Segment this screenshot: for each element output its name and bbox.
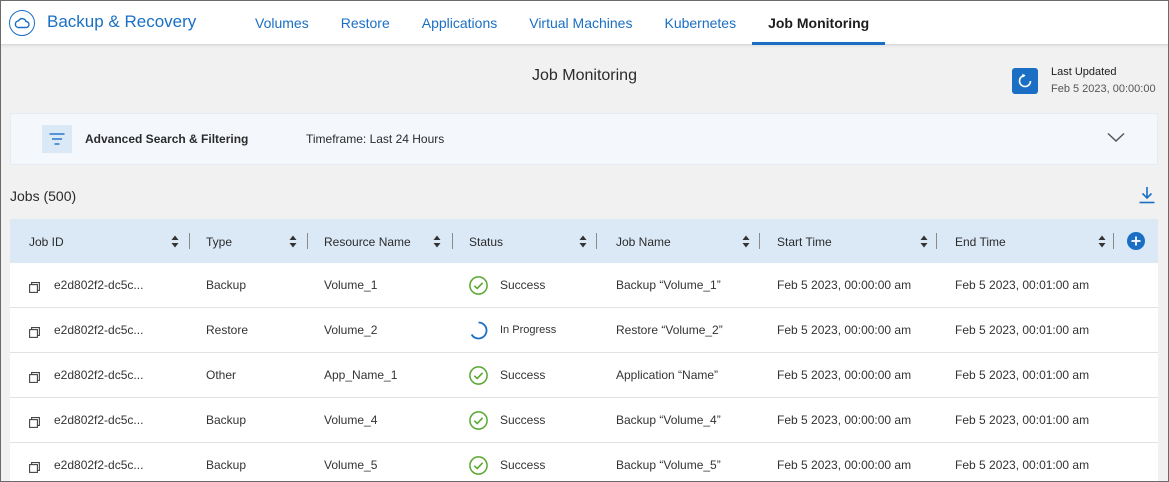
end-time-cell: Feb 5 2023, 00:01:00 am bbox=[955, 278, 1090, 292]
table-row[interactable]: e2d802f2-dc5c... Restore Volume_2 In Pro… bbox=[10, 308, 1158, 353]
end-time-cell: Feb 5 2023, 00:01:00 am bbox=[955, 413, 1090, 427]
filter-label: Advanced Search & Filtering bbox=[85, 132, 249, 146]
column-divider[interactable] bbox=[936, 233, 937, 249]
jobs-table: Job ID Type Resource Name Status Job Nam… bbox=[10, 219, 1158, 481]
sort-icon[interactable] bbox=[920, 235, 928, 248]
resource-cell: Volume_4 bbox=[324, 413, 378, 427]
job-id-cell: e2d802f2-dc5c... bbox=[54, 323, 144, 337]
copy-icon[interactable] bbox=[29, 325, 40, 343]
start-time-cell: Feb 5 2023, 00:00:00 am bbox=[777, 368, 912, 382]
end-time-cell: Feb 5 2023, 00:01:00 am bbox=[955, 323, 1090, 337]
start-time-cell: Feb 5 2023, 00:00:00 am bbox=[777, 278, 912, 292]
job-id-cell: e2d802f2-dc5c... bbox=[54, 278, 144, 292]
column-header-resource-name[interactable]: Resource Name bbox=[324, 219, 411, 263]
copy-icon[interactable] bbox=[29, 415, 40, 433]
column-header-type[interactable]: Type bbox=[206, 219, 232, 263]
column-header-status[interactable]: Status bbox=[469, 219, 503, 263]
page-title: Job Monitoring bbox=[532, 67, 637, 84]
success-check-icon bbox=[469, 366, 488, 390]
copy-icon[interactable] bbox=[29, 370, 40, 388]
start-time-cell: Feb 5 2023, 00:00:00 am bbox=[777, 458, 912, 472]
advanced-search-panel[interactable]: Advanced Search & Filtering Timeframe: L… bbox=[10, 113, 1158, 165]
type-cell: Backup bbox=[206, 458, 247, 472]
job-id-cell: e2d802f2-dc5c... bbox=[54, 413, 144, 427]
status-text: Success bbox=[500, 368, 546, 382]
copy-icon[interactable] bbox=[29, 460, 40, 478]
in-progress-spinner-icon bbox=[469, 321, 488, 345]
sort-icon[interactable] bbox=[742, 235, 750, 248]
column-divider[interactable] bbox=[759, 233, 760, 249]
nav-kubernetes[interactable]: Kubernetes bbox=[648, 1, 752, 45]
resource-cell: Volume_1 bbox=[324, 278, 378, 292]
nav-virtual-machines[interactable]: Virtual Machines bbox=[513, 1, 648, 45]
nav-applications[interactable]: Applications bbox=[406, 1, 514, 45]
type-cell: Restore bbox=[206, 323, 249, 337]
column-divider[interactable] bbox=[452, 233, 453, 249]
cloud-icon[interactable] bbox=[9, 10, 35, 36]
status-text: Success bbox=[500, 413, 546, 427]
start-time-cell: Feb 5 2023, 00:00:00 am bbox=[777, 323, 912, 337]
nav-volumes[interactable]: Volumes bbox=[239, 1, 325, 45]
table-header: Job ID Type Resource Name Status Job Nam… bbox=[10, 219, 1158, 263]
last-updated-value: Feb 5 2023, 00:00:00 bbox=[1051, 83, 1156, 95]
table-row[interactable]: e2d802f2-dc5c... Backup Volume_4 Success… bbox=[10, 398, 1158, 443]
type-cell: Backup bbox=[206, 278, 247, 292]
sort-icon[interactable] bbox=[433, 235, 441, 248]
type-cell: Backup bbox=[206, 413, 247, 427]
job-name-cell: Application “Name” bbox=[616, 368, 719, 382]
job-name-cell: Backup “Volume_5” bbox=[616, 458, 721, 472]
column-divider[interactable] bbox=[596, 233, 597, 249]
job-name-cell: Restore “Volume_2” bbox=[616, 323, 723, 337]
job-id-cell: e2d802f2-dc5c... bbox=[54, 458, 144, 472]
nav-job-monitoring[interactable]: Job Monitoring bbox=[752, 1, 886, 45]
sort-icon[interactable] bbox=[1098, 235, 1106, 248]
timeframe-label: Timeframe: Last 24 Hours bbox=[306, 132, 445, 146]
status-text: In Progress bbox=[500, 324, 557, 336]
job-id-cell: e2d802f2-dc5c... bbox=[54, 368, 144, 382]
column-divider[interactable] bbox=[189, 233, 190, 249]
app-window: Backup & Recovery Volumes Restore Applic… bbox=[0, 0, 1169, 482]
column-header-job-id[interactable]: Job ID bbox=[29, 219, 64, 263]
refresh-icon bbox=[1018, 73, 1032, 88]
end-time-cell: Feb 5 2023, 00:01:00 am bbox=[955, 368, 1090, 382]
main-nav: Volumes Restore Applications Virtual Mac… bbox=[239, 1, 886, 45]
top-navigation-bar: Backup & Recovery Volumes Restore Applic… bbox=[1, 1, 1168, 45]
filter-icon bbox=[42, 125, 72, 153]
success-check-icon bbox=[469, 456, 488, 480]
column-header-start-time[interactable]: Start Time bbox=[777, 219, 832, 263]
add-column-icon[interactable] bbox=[1127, 232, 1145, 250]
column-header-end-time[interactable]: End Time bbox=[955, 219, 1006, 263]
download-icon[interactable] bbox=[1138, 186, 1156, 209]
success-check-icon bbox=[469, 276, 488, 300]
column-divider[interactable] bbox=[1113, 233, 1114, 249]
chevron-down-icon[interactable] bbox=[1107, 130, 1125, 148]
column-divider[interactable] bbox=[307, 233, 308, 249]
sort-icon[interactable] bbox=[579, 235, 587, 248]
resource-cell: Volume_5 bbox=[324, 458, 378, 472]
status-text: Success bbox=[500, 278, 546, 292]
status-text: Success bbox=[500, 458, 546, 472]
copy-icon[interactable] bbox=[29, 280, 40, 298]
table-row[interactable]: e2d802f2-dc5c... Backup Volume_1 Success… bbox=[10, 263, 1158, 308]
sort-icon[interactable] bbox=[171, 235, 179, 248]
success-check-icon bbox=[469, 411, 488, 435]
start-time-cell: Feb 5 2023, 00:00:00 am bbox=[777, 413, 912, 427]
table-row[interactable]: e2d802f2-dc5c... Backup Volume_5 Success… bbox=[10, 443, 1158, 481]
table-row[interactable]: e2d802f2-dc5c... Other App_Name_1 Succes… bbox=[10, 353, 1158, 398]
job-name-cell: Backup “Volume_4” bbox=[616, 413, 721, 427]
resource-cell: Volume_2 bbox=[324, 323, 378, 337]
app-title[interactable]: Backup & Recovery bbox=[47, 12, 196, 32]
end-time-cell: Feb 5 2023, 00:01:00 am bbox=[955, 458, 1090, 472]
last-updated-label: Last Updated bbox=[1051, 66, 1117, 78]
resource-cell: App_Name_1 bbox=[324, 368, 398, 382]
column-header-job-name[interactable]: Job Name bbox=[616, 219, 671, 263]
sort-icon[interactable] bbox=[289, 235, 297, 248]
type-cell: Other bbox=[206, 368, 237, 382]
nav-restore[interactable]: Restore bbox=[325, 1, 406, 45]
jobs-count: Jobs (500) bbox=[10, 188, 77, 204]
job-name-cell: Backup “Volume_1” bbox=[616, 278, 721, 292]
refresh-button[interactable] bbox=[1012, 68, 1038, 94]
